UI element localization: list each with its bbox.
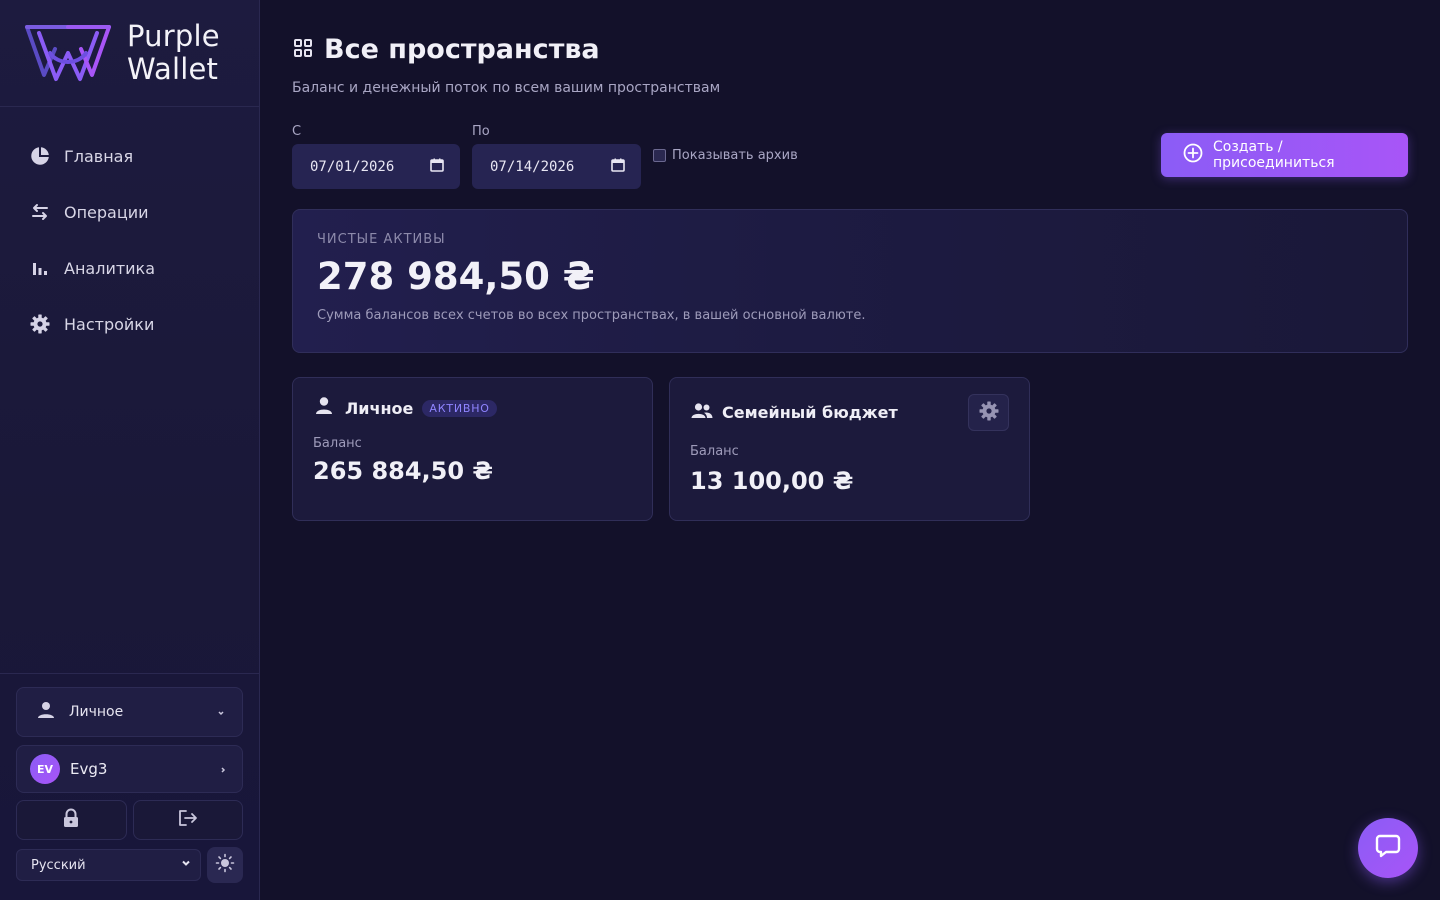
page-title: Все пространства — [324, 34, 600, 65]
status-badge: АКТИВНО — [422, 399, 497, 417]
sidebar-footer: Личное EV Evg3 Русский — [0, 673, 259, 900]
date-from-label: С — [292, 124, 302, 139]
nav-item-settings[interactable]: Настройки — [0, 296, 259, 352]
user-name: Evg3 — [70, 760, 108, 778]
user-icon — [37, 701, 55, 723]
gear-icon — [30, 314, 50, 334]
nav-item-operations[interactable]: Операции — [0, 184, 259, 240]
page-subtitle: Баланс и денежный поток по всем вашим пр… — [292, 80, 721, 96]
create-join-label: Создать / присоединиться — [1213, 139, 1335, 171]
user-profile[interactable]: EV Evg3 — [16, 745, 243, 793]
language-value: Русский — [31, 857, 86, 873]
bar-chart-icon — [30, 258, 50, 278]
plus-circle-icon — [1183, 143, 1203, 167]
grid-icon — [292, 37, 314, 63]
space-settings-button[interactable] — [968, 394, 1009, 431]
space-selector-value: Личное — [69, 704, 124, 720]
users-icon — [690, 401, 714, 425]
nav-item-analytics[interactable]: Аналитика — [0, 240, 259, 296]
net-assets-label: ЧИСТЫЕ АКТИВЫ — [317, 232, 446, 247]
language-select[interactable]: Русский — [16, 849, 201, 881]
nav-label-settings: Настройки — [64, 314, 155, 334]
balance-label: Баланс — [313, 436, 362, 451]
show-archive-label: Показывать архив — [672, 148, 798, 163]
lock-button[interactable] — [16, 800, 127, 840]
calendar-icon — [611, 158, 625, 176]
nav-label-home: Главная — [64, 146, 134, 166]
theme-toggle-button[interactable] — [207, 847, 243, 883]
brand-name: Purple Wallet — [127, 20, 220, 86]
nav-label-analytics: Аналитика — [64, 258, 156, 278]
pie-chart-icon — [30, 146, 50, 166]
show-archive-checkbox[interactable] — [653, 149, 666, 162]
create-join-button[interactable]: Создать / присоединиться — [1161, 133, 1408, 177]
space-name: Семейный бюджет — [722, 403, 898, 422]
gear-icon — [979, 401, 999, 425]
space-name: Личное — [345, 398, 414, 418]
nav-label-operations: Операции — [64, 202, 149, 222]
chat-bubble-icon — [1375, 833, 1401, 863]
date-to-input[interactable]: 07/14/2026 — [472, 144, 641, 189]
brand-line-2: Wallet — [127, 52, 219, 86]
space-selector[interactable]: Личное — [16, 687, 243, 737]
logout-button[interactable] — [132, 800, 243, 840]
date-to-value: 07/14/2026 — [490, 158, 575, 175]
net-assets-card: ЧИСТЫЕ АКТИВЫ 278 984,50 ₴ Сумма балансо… — [292, 209, 1408, 353]
show-archive-toggle[interactable]: Показывать архив — [653, 148, 798, 163]
main-nav: Главная Операции Аналитика Настройки — [0, 107, 259, 352]
date-from-input[interactable]: 07/01/2026 — [292, 144, 460, 189]
net-assets-value: 278 984,50 ₴ — [317, 255, 595, 298]
chat-button[interactable] — [1358, 818, 1418, 878]
space-card-personal[interactable]: Личное АКТИВНО Баланс 265 884,50 ₴ — [292, 377, 653, 521]
chevron-down-icon — [180, 857, 192, 873]
space-card-family-budget[interactable]: Семейный бюджет Баланс 13 100,00 ₴ — [669, 377, 1030, 521]
avatar: EV — [30, 754, 60, 784]
sidebar: Purple Wallet Главная Операции Аналитика… — [0, 0, 260, 900]
user-icon — [313, 396, 335, 420]
brand[interactable]: Purple Wallet — [0, 0, 259, 107]
net-assets-description: Сумма балансов всех счетов во всех прост… — [317, 308, 866, 323]
balance-value: 265 884,50 ₴ — [313, 457, 494, 485]
date-to-label: По — [472, 124, 490, 139]
language-row: Русский — [16, 847, 243, 883]
balance-value: 13 100,00 ₴ — [690, 467, 854, 495]
date-from-value: 07/01/2026 — [310, 158, 395, 175]
arrows-swap-icon — [30, 202, 50, 222]
nav-item-home[interactable]: Главная — [0, 128, 259, 184]
account-actions — [16, 800, 243, 840]
sun-icon — [215, 853, 235, 877]
chevron-right-icon — [218, 760, 228, 779]
logout-icon — [177, 808, 199, 832]
lock-icon — [62, 808, 80, 832]
space-card-header: Личное АКТИВНО — [313, 396, 632, 420]
purple-wallet-logo-icon — [25, 25, 111, 81]
page-header: Все пространства — [292, 34, 600, 65]
balance-label: Баланс — [690, 444, 739, 459]
chevron-down-icon — [216, 703, 226, 722]
brand-line-1: Purple — [127, 19, 220, 53]
space-card-header: Семейный бюджет — [690, 394, 1009, 431]
calendar-icon — [430, 158, 444, 176]
